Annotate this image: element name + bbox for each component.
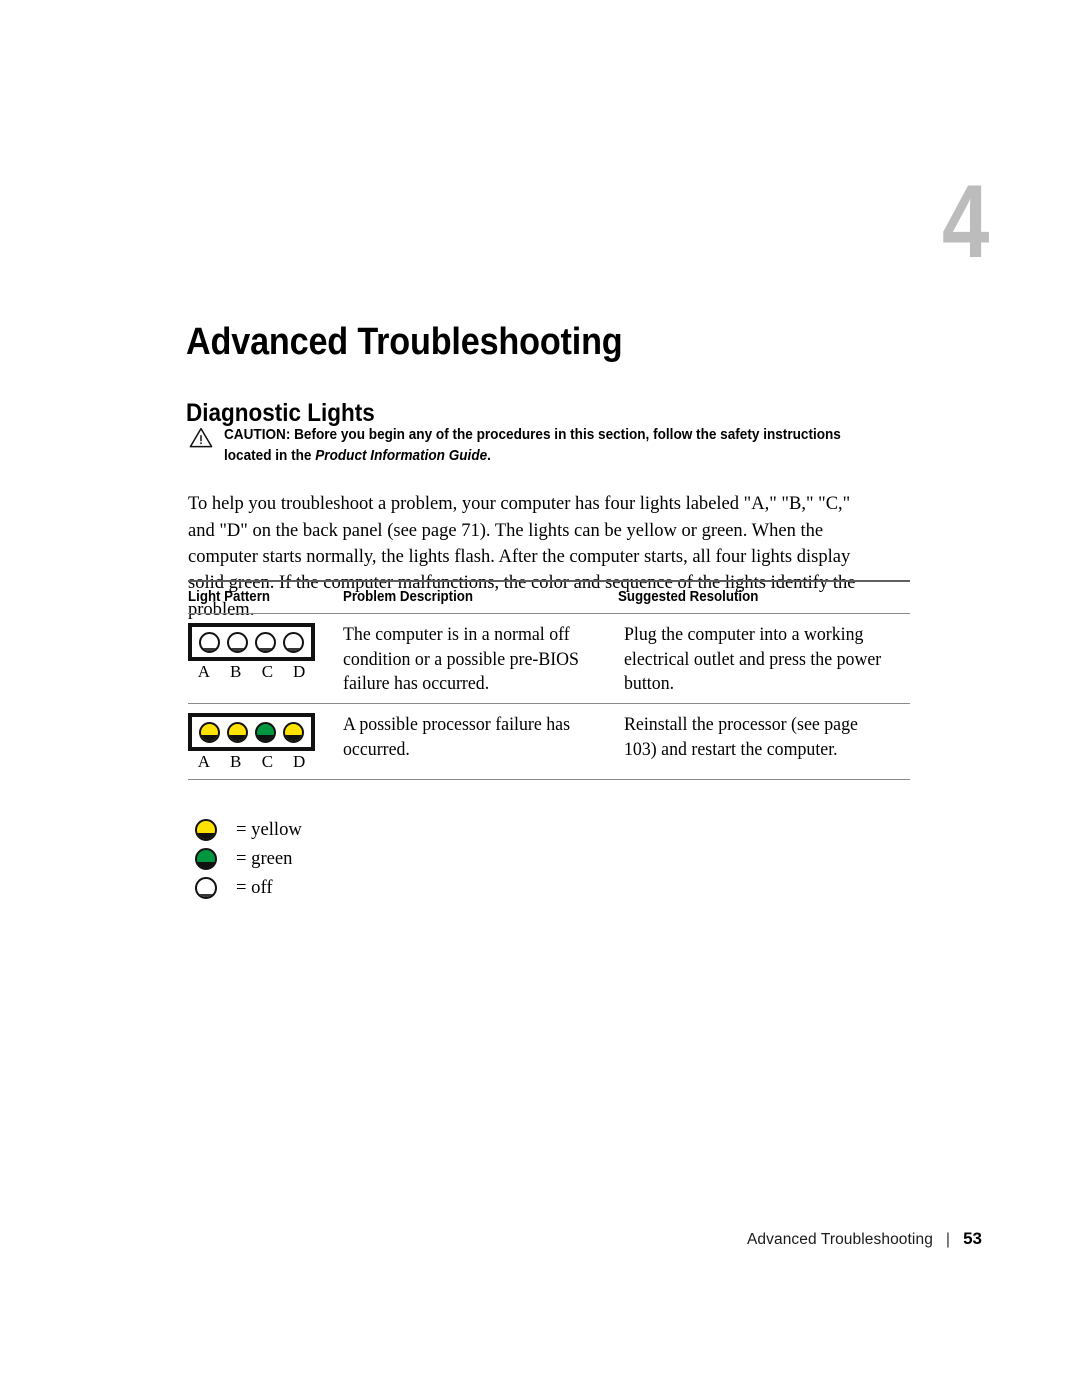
diagnostic-lights-table: Light Pattern Problem Description Sugges… <box>188 580 910 780</box>
legend-label-off: = off <box>236 876 273 898</box>
column-header-problem-description: Problem Description <box>343 589 474 605</box>
column-header-suggested-resolution: Suggested Resolution <box>618 589 759 605</box>
led-label-d: D <box>292 752 306 772</box>
led-b <box>226 631 248 653</box>
led-label-a: A <box>197 752 211 772</box>
legend-item-yellow: = yellow <box>188 815 305 844</box>
led-label-b: B <box>229 752 242 772</box>
legend-swatch-off <box>194 876 218 899</box>
table-header-row: Light Pattern Problem Description Sugges… <box>188 582 910 613</box>
light-pattern-box <box>188 623 315 661</box>
footer-chapter-title: Advanced Troubleshooting <box>746 1231 933 1248</box>
warning-triangle-icon <box>189 427 213 453</box>
light-pattern-labels: A B C D <box>188 751 315 772</box>
led-b <box>226 721 248 743</box>
light-pattern-box <box>188 713 315 752</box>
table-row: A B C D The computer is in a normal off … <box>188 614 910 703</box>
led-label-b: B <box>229 662 242 681</box>
section-title: Diagnostic Lights <box>186 398 375 427</box>
legend-item-off: = off <box>188 873 305 902</box>
legend-label-yellow: = yellow <box>236 818 302 840</box>
light-pattern-graphic: A B C D <box>188 713 343 772</box>
legend-swatch-yellow <box>194 818 218 841</box>
cell-suggested-resolution: Reinstall the processor (see page 103) a… <box>624 714 858 760</box>
cell-suggested-resolution: Plug the computer into a working electri… <box>624 624 882 695</box>
led-d <box>283 631 305 653</box>
chapter-number: 4 <box>942 164 989 280</box>
led-label-c: C <box>261 662 274 681</box>
page-number: 53 <box>963 1229 982 1248</box>
legend-swatch-green <box>194 847 218 870</box>
light-color-legend: = yellow = green = off <box>188 815 305 902</box>
led-yellow-icon <box>195 818 217 841</box>
footer-separator: | <box>945 1231 951 1248</box>
led-off-icon <box>195 876 217 899</box>
legend-item-green: = green <box>188 844 305 873</box>
caution-guide-title: Product Information Guide <box>315 447 488 464</box>
light-pattern-labels: A B C D <box>188 661 315 682</box>
led-d <box>283 721 305 743</box>
led-label-a: A <box>197 662 211 681</box>
caution-note: CAUTION: Before you begin any of the pro… <box>189 425 914 466</box>
light-pattern-graphic: A B C D <box>188 623 343 697</box>
legend-label-green: = green <box>236 847 293 869</box>
led-c <box>255 631 277 653</box>
led-c <box>255 721 277 743</box>
led-a <box>198 721 220 743</box>
caution-text: CAUTION: Before you begin any of the pro… <box>224 425 866 466</box>
page-title: Advanced Troubleshooting <box>186 321 623 364</box>
led-green-icon <box>195 847 217 870</box>
cell-problem-description: A possible processor failure has occurre… <box>343 714 571 760</box>
column-header-light-pattern: Light Pattern <box>188 589 270 605</box>
table-bottom-rule <box>188 778 910 780</box>
caution-body-after: . <box>487 447 491 464</box>
document-page: 4 Advanced Troubleshooting Diagnostic Li… <box>0 0 1080 1397</box>
table-row: A B C D A possible processor failure has… <box>188 704 910 778</box>
page-footer: Advanced Troubleshooting | 53 <box>747 1229 982 1249</box>
led-a <box>198 631 220 653</box>
caution-label: CAUTION: <box>224 427 291 443</box>
cell-problem-description: The computer is in a normal off conditio… <box>343 624 579 695</box>
led-label-c: C <box>261 752 274 772</box>
led-label-d: D <box>292 662 306 681</box>
